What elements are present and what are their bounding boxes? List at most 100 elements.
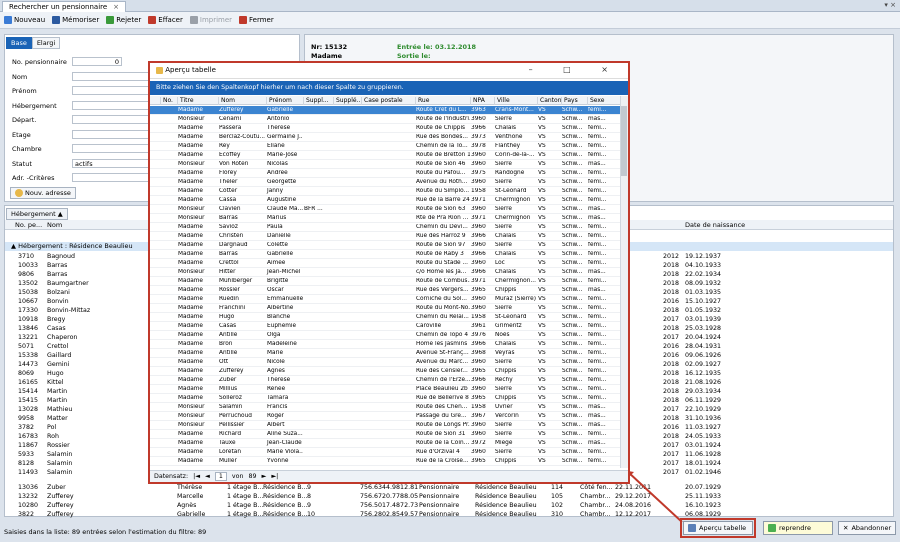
dialog-table-row[interactable]: Madame Hugo Blanche Chemin du Relai... 1958 S… <box>150 313 620 322</box>
col-nom[interactable]: Nom <box>47 221 62 229</box>
dialog-table-row[interactable]: Madame Mühlberger Brigitte Route de Combus.… <box>150 277 620 286</box>
dialog-table-row[interactable]: Monsieur Salamin Francis Route des Chén... 1… <box>150 403 620 412</box>
dialog-table-row[interactable]: Monsieur Cenami Antonio Route de l'Industri… <box>150 115 620 124</box>
dialog-col-header[interactable]: Canton <box>537 97 562 105</box>
nav-next-button[interactable]: ► <box>262 473 267 480</box>
dialog-table-row[interactable]: Madame Savioz Paula Chemin du Devi... 3960 Si… <box>150 223 620 232</box>
nav-first-button[interactable]: |◄ <box>193 473 200 480</box>
table-row[interactable]: 10280 Zufferey Agnès 1 étage B... Résidence … <box>5 502 893 511</box>
dialog-table-row[interactable]: Madame Tauxe Jean-Claude Route de la Coin..… <box>150 439 620 448</box>
dialog-table-row[interactable]: Madame Rossier Oscar Rue des Vergers... 3965… <box>150 286 620 295</box>
abandonner-button[interactable]: ✕ Abandonner <box>838 521 896 535</box>
nav-last-button[interactable]: ►| <box>271 473 278 480</box>
cell-no: 5071 <box>18 343 35 350</box>
dialog-col-header[interactable]: Supplé... <box>333 97 362 105</box>
dialog-col-header[interactable]: Suppl... <box>303 97 333 105</box>
cell-nom: Chaperon <box>47 334 78 341</box>
dialog-table-row[interactable]: Madame Crettol Aimée Route du Stade ... 3960… <box>150 259 620 268</box>
dialog-cell: Perruchoud <box>219 413 252 419</box>
dialog-col-header[interactable]: Sexe <box>587 97 615 105</box>
col-no[interactable]: No. pe... <box>15 221 42 229</box>
dialog-table-row[interactable]: Madame Cassa Augustine Rue de la Barre 24 39… <box>150 196 620 205</box>
nav-prev-button[interactable]: ◄ <box>205 473 210 480</box>
dialog-table-row[interactable]: Madame Solleroz Tamara Rue de Bellerive 8 39… <box>150 394 620 403</box>
dialog-table-row[interactable]: Madame Zufferey Agnès Rue des Censier... 396… <box>150 367 620 376</box>
group-by-chip[interactable]: Hébergement ▲ <box>6 208 68 220</box>
dialog-cell: VS <box>538 368 546 374</box>
cell-no: 13232 <box>18 493 39 500</box>
dialog-table-row[interactable]: Madame Cotter Janny Route du Simplo... 1958 S… <box>150 187 620 196</box>
tab-base[interactable]: Base <box>6 37 32 49</box>
tab-close-icon[interactable]: × <box>113 3 119 11</box>
dialog-cell: Chemin de l'Erze... <box>416 377 470 383</box>
dialog-table-row[interactable]: Madame Dargnaud Colette Route de Sion 97 396… <box>150 241 620 250</box>
dialog-cell: Schw... <box>562 323 583 329</box>
dialog-table-row[interactable]: Madame Berclaz-Coutu... Germaine J... Rue d… <box>150 133 620 142</box>
dialog-table-row[interactable]: Monsieur Clavien Claude Ma... BFR ... Route … <box>150 205 620 214</box>
dialog-table-row[interactable]: Madame Millius Renée Place Beaulieu 2b 3960 S… <box>150 385 620 394</box>
toolbar-fermer-button[interactable]: Fermer <box>239 16 274 24</box>
toolbar-imprimer-button[interactable]: Imprimer <box>189 16 232 24</box>
cell-nom: Pol <box>47 424 57 431</box>
dialog-col-header[interactable]: NPA <box>470 97 494 105</box>
document-tab[interactable]: Rechercher un pensionnaire × <box>2 1 127 12</box>
toolbar-effacer-button[interactable]: Effacer <box>148 16 183 24</box>
dialog-table-row[interactable]: Madame Ecoffey Marie-José Route de Bretton … <box>150 151 620 160</box>
dialog-table-row[interactable]: Madame Muller Yvonne Rue de la Croise... 396… <box>150 457 620 466</box>
col-dob[interactable]: Date de naissance <box>685 221 745 229</box>
dialog-table-row[interactable]: Madame Richard Aline Suza... Route de Sion … <box>150 430 620 439</box>
dialog-table-row[interactable]: Madame Rey Eliane Chemin de la To... 3978 Fla… <box>150 142 620 151</box>
dialog-table-row[interactable]: Madame Franchini Albertine Route du Mont-No… <box>150 304 620 313</box>
dialog-table-row[interactable]: Madame Loretan Marie Viola... Rue d'Orzival… <box>150 448 620 457</box>
dialog-cell: 3960 <box>471 449 486 455</box>
dialog-cell: Zuber <box>219 377 237 383</box>
dialog-cell: fémi... <box>588 134 607 140</box>
toolbar-nouveau-button[interactable]: Nouveau <box>4 16 45 24</box>
dialog-table-row[interactable]: Madame Ruedin Emmanuelle Corniche du Sol...… <box>150 295 620 304</box>
dialog-table-row[interactable]: Madame Antille Marie Avenue St-Franç... 3968… <box>150 349 620 358</box>
dialog-table-row[interactable]: Madame Christen Danielle Rue des Harroz 9 39… <box>150 232 620 241</box>
dialog-col-header[interactable]: Nom <box>218 97 266 105</box>
dialog-cell: 3960 <box>471 422 486 428</box>
reprendre-button[interactable]: reprendre <box>763 521 833 535</box>
toolbar-mmoriser-button[interactable]: Mémoriser <box>52 16 99 24</box>
nav-current-record[interactable]: 1 <box>214 472 227 481</box>
dialog-col-header[interactable]: No. <box>160 97 177 105</box>
dialog-table-row[interactable]: Madame Bron Madeleine Home les Jasmins 3966 C… <box>150 340 620 349</box>
dialog-col-header[interactable]: Prénom <box>266 97 303 105</box>
dialog-col-header[interactable]: Pays <box>561 97 587 105</box>
tab-elargi[interactable]: Elargi <box>31 37 61 49</box>
dialog-table-row[interactable]: Madame Theler Georgette Avenue du Roth... 39… <box>150 178 620 187</box>
dialog-col-header[interactable]: Rue <box>415 97 470 105</box>
field-input[interactable]: 0 <box>72 57 122 66</box>
dialog-scroll-thumb[interactable] <box>621 106 627 176</box>
table-row[interactable]: 13036 Zuber Thérèse 1 étage B... Résidence B… <box>5 484 893 493</box>
dialog-table-row[interactable]: Madame Zufferey Gabrielle Route Crêt du L..… <box>150 106 620 115</box>
dialog-col-header[interactable]: Case postale <box>361 97 415 105</box>
dialog-table-row[interactable]: Monsieur Perruchoud Roger Passage du Gre...… <box>150 412 620 421</box>
table-row[interactable]: 13232 Zufferey Marcelle 1 étage B... Résiden… <box>5 493 893 502</box>
dialog-window-controls[interactable]: – □ × <box>529 65 622 74</box>
dialog-table-row[interactable]: Monsieur Hitter Jean-Michel c/o Home les Ja… <box>150 268 620 277</box>
dialog-cell: VS <box>538 206 546 212</box>
dialog-table-row[interactable]: Monsieur Barras Marius Rte de Pra Rion ... 3… <box>150 214 620 223</box>
dialog-cell: Route de la Coin... <box>416 440 470 446</box>
dialog-table-row[interactable]: Madame Florey Andrée Route du Pafou... 3975 R… <box>150 169 620 178</box>
dialog-table-row[interactable]: Madame Barras Gabrielle Route de Raby 3 3966… <box>150 250 620 259</box>
table-row[interactable]: 3822 Zufferey Gabrielle 1 étage B... Résiden… <box>5 511 893 520</box>
cell-type: Pensionnaire <box>419 493 460 500</box>
dialog-table-row[interactable]: Madame Zuber Thérèse Chemin de l'Erze... 396… <box>150 376 620 385</box>
dialog-table-row[interactable]: Madame Ott Nicole Avenue du Marc... 3960 Sier… <box>150 358 620 367</box>
dialog-table-row[interactable]: Madame Antille Olga Chemin de Topo 4 3976 Noë… <box>150 331 620 340</box>
new-address-button[interactable]: Nouv. adresse <box>10 187 76 199</box>
dialog-cell: Paula <box>267 224 283 230</box>
dialog-cell: Madame <box>178 341 203 347</box>
dialog-col-header[interactable]: Ville <box>494 97 537 105</box>
dialog-table-row[interactable]: Madame Passera Thérèse Route de Chippis 3966… <box>150 124 620 133</box>
tab-controls[interactable]: ▾ × <box>884 1 896 9</box>
dialog-table-row[interactable]: Monsieur Von Roten Nicolas Route de Sion 46… <box>150 160 620 169</box>
dialog-table-row[interactable]: Monsieur Pellissier Albert Route de Longs P… <box>150 421 620 430</box>
toolbar-rejeter-button[interactable]: Rejeter <box>106 16 141 24</box>
dialog-col-header[interactable]: Titre <box>177 97 218 105</box>
dialog-table-row[interactable]: Madame Casas Euphémie Caroville 3961 Grimentz… <box>150 322 620 331</box>
